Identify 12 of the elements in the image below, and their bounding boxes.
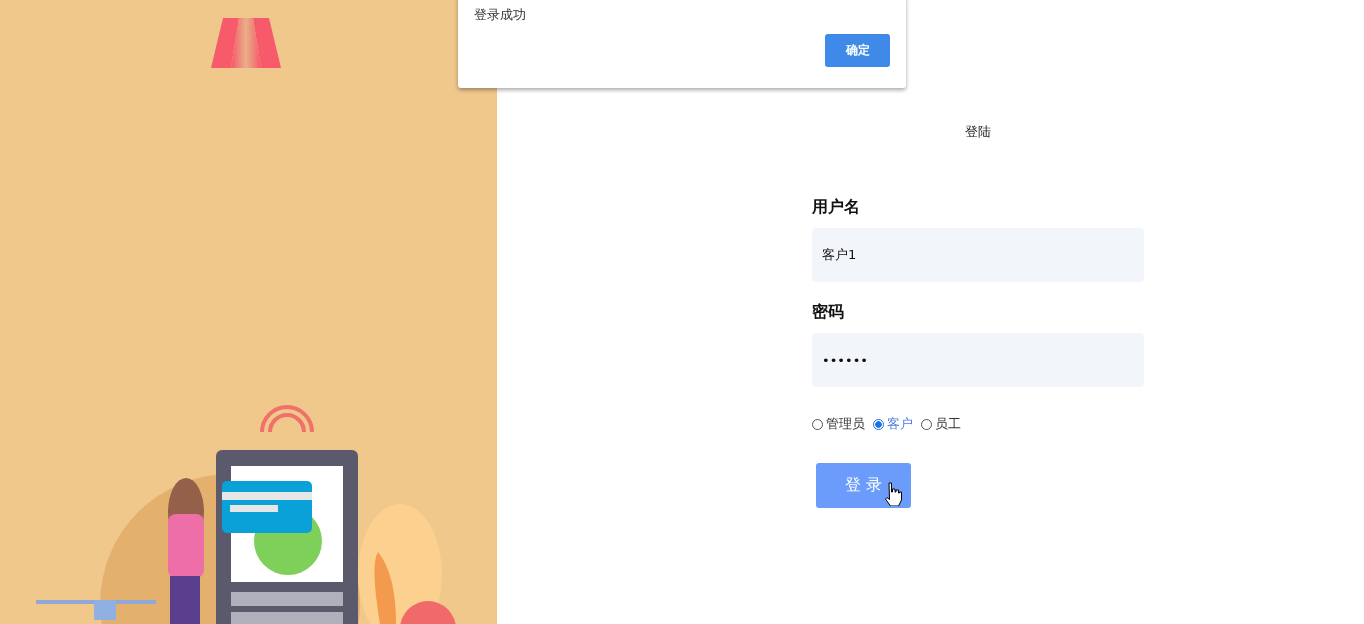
radio-button[interactable] <box>873 418 884 430</box>
dialog-message: 登录成功 <box>474 6 527 24</box>
field-label: 用户名 <box>812 197 861 218</box>
field-label: 密码 <box>812 302 845 323</box>
role-label: 管理员 <box>826 415 865 433</box>
role-label: 员工 <box>935 415 961 433</box>
password-field[interactable]: •••••• <box>812 333 1144 387</box>
role-label: 客户 <box>887 415 913 433</box>
logo-icon <box>210 18 281 68</box>
username-field[interactable]: 客户1 <box>812 228 1144 282</box>
pointer-cursor-icon <box>884 482 902 506</box>
form-title: 登陆 <box>965 123 991 141</box>
